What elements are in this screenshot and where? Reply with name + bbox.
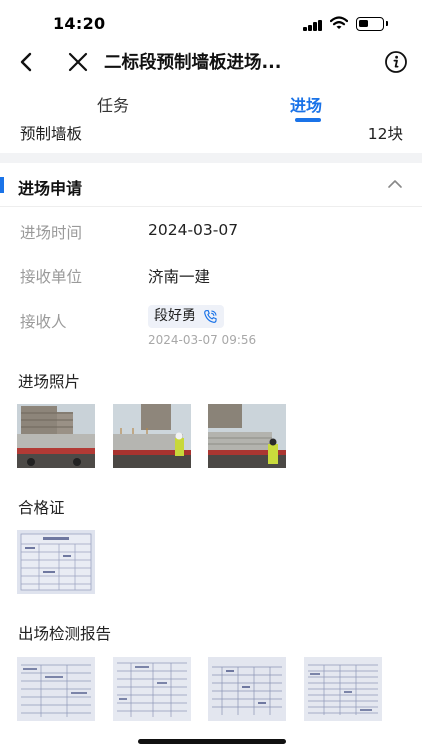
signal-icon [303,19,323,31]
status-bar: 14:20 [0,0,422,46]
receiving-unit-label: 接收单位 [20,268,83,286]
back-icon[interactable] [16,50,38,74]
entry-photo[interactable] [208,404,286,468]
battery-icon [356,17,388,31]
tab-entry[interactable]: 进场 [290,92,322,116]
section-title: 进场申请 [18,179,83,198]
status-time: 14:20 [53,14,106,33]
entry-time-label: 进场时间 [20,224,83,242]
inspection-report-title: 出场检测报告 [18,625,112,643]
section-accent-bar [0,177,4,193]
entry-photo[interactable] [17,404,95,468]
home-indicator [138,739,286,744]
entry-photo[interactable] [113,404,191,468]
wifi-icon [330,16,348,29]
receiver-label: 接收人 [20,313,67,331]
material-quantity: 12块 [367,125,403,143]
certificate-photo[interactable] [17,530,95,594]
phone-icon[interactable] [203,309,218,324]
report-photo[interactable] [17,657,95,721]
tab-task[interactable]: 任务 [97,92,129,116]
nav-bar: 二标段预制墙板进场... [0,46,422,84]
chevron-up-icon[interactable] [386,177,404,191]
report-photo[interactable] [113,657,191,721]
section-divider [0,153,422,163]
material-name: 预制墙板 [20,125,83,143]
entry-photos-title: 进场照片 [18,373,81,391]
close-icon[interactable] [66,50,90,74]
section-header[interactable]: 进场申请 [0,163,422,207]
page-title: 二标段预制墙板进场... [104,53,282,73]
material-summary: 预制墙板 12块 [0,120,422,146]
report-photo[interactable] [304,657,382,721]
receiving-unit-value: 济南一建 [148,268,211,286]
tab-bar: 任务 进场 [0,84,422,122]
report-photo[interactable] [208,657,286,721]
receiver-timestamp: 2024-03-07 09:56 [148,333,257,347]
receiver-chip[interactable]: 段好勇 [148,305,224,328]
receiver-name: 段好勇 [154,308,196,324]
info-icon[interactable] [384,50,408,74]
certificate-title: 合格证 [18,499,65,517]
entry-time-value: 2024-03-07 [148,221,239,239]
